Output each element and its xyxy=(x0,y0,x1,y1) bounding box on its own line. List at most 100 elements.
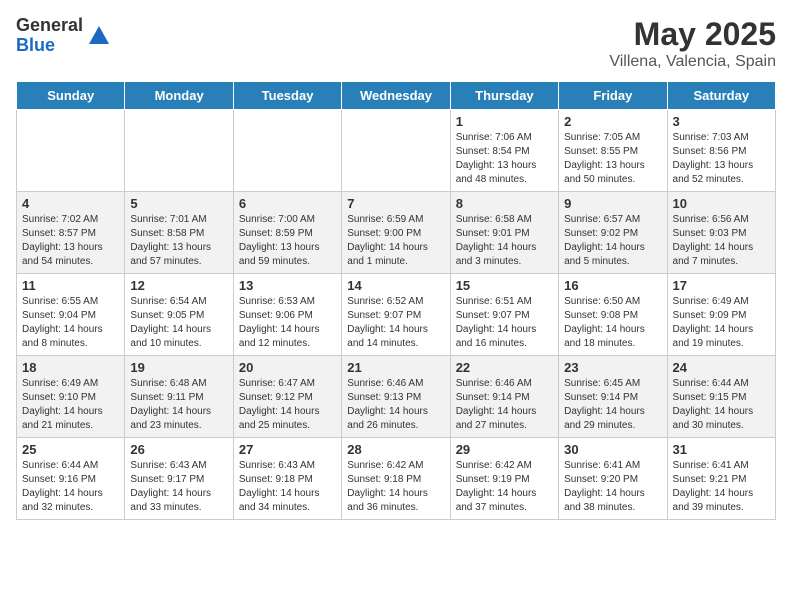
day-info: Sunrise: 6:54 AM Sunset: 9:05 PM Dayligh… xyxy=(130,295,227,351)
day-info: Sunrise: 6:41 AM Sunset: 9:20 PM Dayligh… xyxy=(564,459,661,515)
day-info: Sunrise: 6:43 AM Sunset: 9:17 PM Dayligh… xyxy=(130,459,227,515)
day-info: Sunrise: 6:56 AM Sunset: 9:03 PM Dayligh… xyxy=(673,213,770,269)
calendar-cell: 25Sunrise: 6:44 AM Sunset: 9:16 PM Dayli… xyxy=(17,438,125,520)
calendar-cell: 21 Sunrise: 6:46 AM Sunset: 9:13 PM Dayli… xyxy=(342,356,450,438)
day-number: 11 xyxy=(22,278,119,293)
day-info: Sunrise: 6:47 AM Sunset: 9:12 PM Dayligh… xyxy=(239,377,336,433)
page-subtitle: Villena, Valencia, Spain xyxy=(609,53,776,71)
day-info: Sunrise: 6:58 AM Sunset: 9:01 PM Dayligh… xyxy=(456,213,553,269)
weekday-header: Thursday xyxy=(450,82,558,110)
day-info: Sunrise: 7:06 AM Sunset: 8:54 PM Dayligh… xyxy=(456,131,553,187)
day-number: 28 xyxy=(347,442,444,457)
calendar-cell: 13Sunrise: 6:53 AM Sunset: 9:06 PM Dayli… xyxy=(233,274,341,356)
weekday-header: Wednesday xyxy=(342,82,450,110)
calendar-week-row: 18 Sunrise: 6:49 AM Sunset: 9:10 PM Dayli… xyxy=(17,356,776,438)
day-info: Sunrise: 6:51 AM Sunset: 9:07 PM Dayligh… xyxy=(456,295,553,351)
day-number: 10 xyxy=(673,196,770,211)
day-number: 2 xyxy=(564,114,661,129)
calendar-cell: 3 Sunrise: 7:03 AM Sunset: 8:56 PM Daylig… xyxy=(667,110,775,192)
day-number: 19 xyxy=(130,360,227,375)
day-number: 14 xyxy=(347,278,444,293)
day-info: Sunrise: 6:42 AM Sunset: 9:19 PM Dayligh… xyxy=(456,459,553,515)
day-number: 6 xyxy=(239,196,336,211)
page-title: May 2025 xyxy=(609,16,776,53)
day-number: 31 xyxy=(673,442,770,457)
day-number: 15 xyxy=(456,278,553,293)
day-info: Sunrise: 6:41 AM Sunset: 9:21 PM Dayligh… xyxy=(673,459,770,515)
page-header: General Blue May 2025 Villena, Valencia,… xyxy=(16,16,776,71)
calendar-cell: 11 Sunrise: 6:55 AM Sunset: 9:04 PM Dayli… xyxy=(17,274,125,356)
day-number: 29 xyxy=(456,442,553,457)
calendar-cell: 15 Sunrise: 6:51 AM Sunset: 9:07 PM Dayli… xyxy=(450,274,558,356)
day-info: Sunrise: 6:50 AM Sunset: 9:08 PM Dayligh… xyxy=(564,295,661,351)
day-info: Sunrise: 6:52 AM Sunset: 9:07 PM Dayligh… xyxy=(347,295,444,351)
calendar-cell: 23 Sunrise: 6:45 AM Sunset: 9:14 PM Dayli… xyxy=(559,356,667,438)
day-info: Sunrise: 6:57 AM Sunset: 9:02 PM Dayligh… xyxy=(564,213,661,269)
day-info: Sunrise: 7:05 AM Sunset: 8:55 PM Dayligh… xyxy=(564,131,661,187)
calendar-cell: 7Sunrise: 6:59 AM Sunset: 9:00 PM Daylig… xyxy=(342,192,450,274)
day-info: Sunrise: 6:48 AM Sunset: 9:11 PM Dayligh… xyxy=(130,377,227,433)
day-info: Sunrise: 6:44 AM Sunset: 9:16 PM Dayligh… xyxy=(22,459,119,515)
weekday-header: Sunday xyxy=(17,82,125,110)
day-info: Sunrise: 6:43 AM Sunset: 9:18 PM Dayligh… xyxy=(239,459,336,515)
day-info: Sunrise: 6:59 AM Sunset: 9:00 PM Dayligh… xyxy=(347,213,444,269)
day-info: Sunrise: 6:55 AM Sunset: 9:04 PM Dayligh… xyxy=(22,295,119,351)
calendar-cell: 17Sunrise: 6:49 AM Sunset: 9:09 PM Dayli… xyxy=(667,274,775,356)
calendar-cell: 1 Sunrise: 7:06 AM Sunset: 8:54 PM Daylig… xyxy=(450,110,558,192)
calendar-cell: 19 Sunrise: 6:48 AM Sunset: 9:11 PM Dayli… xyxy=(125,356,233,438)
calendar-cell: 10 Sunrise: 6:56 AM Sunset: 9:03 PM Dayli… xyxy=(667,192,775,274)
logo-text: General Blue xyxy=(16,16,83,56)
day-info: Sunrise: 6:44 AM Sunset: 9:15 PM Dayligh… xyxy=(673,377,770,433)
day-number: 1 xyxy=(456,114,553,129)
day-number: 5 xyxy=(130,196,227,211)
day-info: Sunrise: 7:02 AM Sunset: 8:57 PM Dayligh… xyxy=(22,213,119,269)
day-info: Sunrise: 6:46 AM Sunset: 9:14 PM Dayligh… xyxy=(456,377,553,433)
day-info: Sunrise: 6:49 AM Sunset: 9:09 PM Dayligh… xyxy=(673,295,770,351)
logo-general: General xyxy=(16,16,83,36)
calendar-cell: 30 Sunrise: 6:41 AM Sunset: 9:20 PM Dayli… xyxy=(559,438,667,520)
weekday-header-row: SundayMondayTuesdayWednesdayThursdayFrid… xyxy=(17,82,776,110)
day-number: 21 xyxy=(347,360,444,375)
day-number: 20 xyxy=(239,360,336,375)
day-info: Sunrise: 7:01 AM Sunset: 8:58 PM Dayligh… xyxy=(130,213,227,269)
day-info: Sunrise: 6:45 AM Sunset: 9:14 PM Dayligh… xyxy=(564,377,661,433)
day-info: Sunrise: 6:46 AM Sunset: 9:13 PM Dayligh… xyxy=(347,377,444,433)
calendar-table: SundayMondayTuesdayWednesdayThursdayFrid… xyxy=(16,81,776,520)
day-number: 8 xyxy=(456,196,553,211)
day-number: 30 xyxy=(564,442,661,457)
day-number: 9 xyxy=(564,196,661,211)
calendar-cell: 4 Sunrise: 7:02 AM Sunset: 8:57 PM Daylig… xyxy=(17,192,125,274)
day-number: 18 xyxy=(22,360,119,375)
calendar-cell: 29 Sunrise: 6:42 AM Sunset: 9:19 PM Dayli… xyxy=(450,438,558,520)
calendar-week-row: 25Sunrise: 6:44 AM Sunset: 9:16 PM Dayli… xyxy=(17,438,776,520)
day-number: 16 xyxy=(564,278,661,293)
day-info: Sunrise: 6:42 AM Sunset: 9:18 PM Dayligh… xyxy=(347,459,444,515)
weekday-header: Monday xyxy=(125,82,233,110)
calendar-cell: 27Sunrise: 6:43 AM Sunset: 9:18 PM Dayli… xyxy=(233,438,341,520)
day-info: Sunrise: 6:53 AM Sunset: 9:06 PM Dayligh… xyxy=(239,295,336,351)
calendar-cell: 18 Sunrise: 6:49 AM Sunset: 9:10 PM Dayli… xyxy=(17,356,125,438)
logo-blue: Blue xyxy=(16,36,83,56)
calendar-cell: 31 Sunrise: 6:41 AM Sunset: 9:21 PM Dayli… xyxy=(667,438,775,520)
calendar-cell: 8 Sunrise: 6:58 AM Sunset: 9:01 PM Daylig… xyxy=(450,192,558,274)
day-number: 3 xyxy=(673,114,770,129)
calendar-cell: 5 Sunrise: 7:01 AM Sunset: 8:58 PM Daylig… xyxy=(125,192,233,274)
calendar-week-row: 4 Sunrise: 7:02 AM Sunset: 8:57 PM Daylig… xyxy=(17,192,776,274)
day-number: 24 xyxy=(673,360,770,375)
weekday-header: Tuesday xyxy=(233,82,341,110)
title-block: May 2025 Villena, Valencia, Spain xyxy=(609,16,776,71)
calendar-cell: 9 Sunrise: 6:57 AM Sunset: 9:02 PM Daylig… xyxy=(559,192,667,274)
calendar-cell: 12Sunrise: 6:54 AM Sunset: 9:05 PM Dayli… xyxy=(125,274,233,356)
weekday-header: Saturday xyxy=(667,82,775,110)
day-number: 4 xyxy=(22,196,119,211)
calendar-cell: 16 Sunrise: 6:50 AM Sunset: 9:08 PM Dayli… xyxy=(559,274,667,356)
calendar-cell: 14 Sunrise: 6:52 AM Sunset: 9:07 PM Dayli… xyxy=(342,274,450,356)
day-info: Sunrise: 6:49 AM Sunset: 9:10 PM Dayligh… xyxy=(22,377,119,433)
calendar-cell xyxy=(233,110,341,192)
calendar-week-row: 11 Sunrise: 6:55 AM Sunset: 9:04 PM Dayli… xyxy=(17,274,776,356)
day-number: 23 xyxy=(564,360,661,375)
calendar-cell xyxy=(125,110,233,192)
day-info: Sunrise: 7:03 AM Sunset: 8:56 PM Dayligh… xyxy=(673,131,770,187)
logo: General Blue xyxy=(16,16,109,56)
day-number: 22 xyxy=(456,360,553,375)
